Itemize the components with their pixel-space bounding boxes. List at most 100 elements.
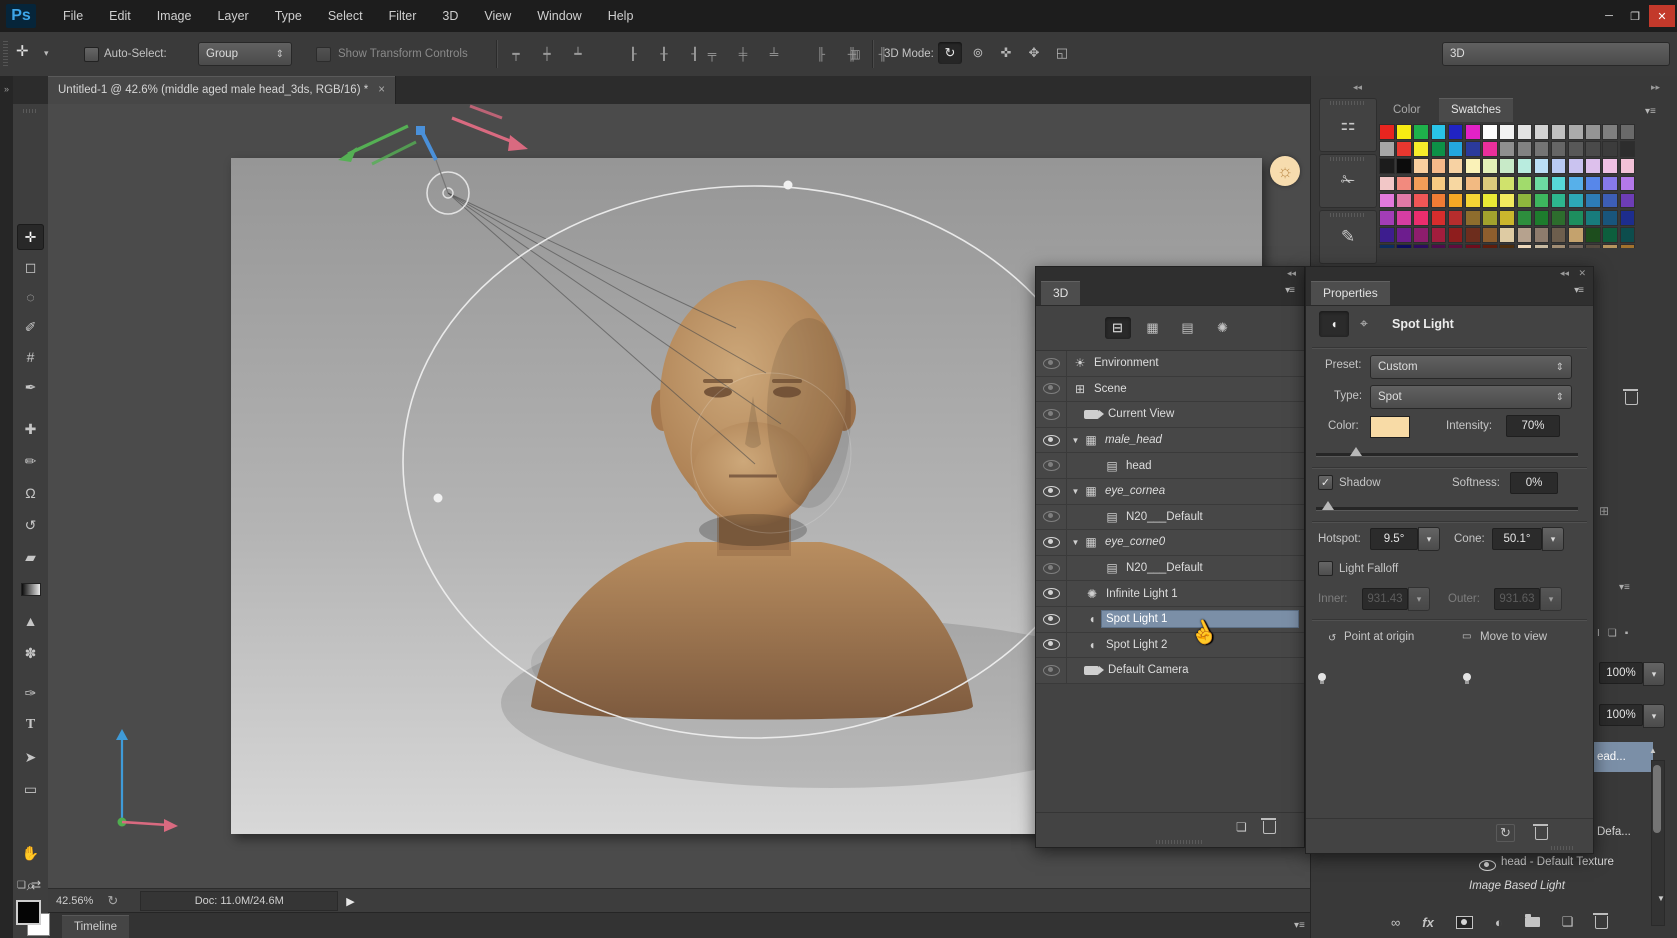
color-swatch[interactable] (1499, 176, 1515, 192)
options-grip[interactable] (3, 40, 8, 66)
color-swatch[interactable] (1448, 244, 1464, 248)
color-swatch[interactable] (1534, 193, 1550, 209)
3d-item-male-head[interactable]: ▼▦male_head (1036, 428, 1304, 454)
color-swatch[interactable] (1602, 124, 1618, 140)
color-swatch[interactable] (1379, 158, 1395, 174)
tab-properties[interactable]: Properties (1311, 281, 1390, 305)
orbit-3d-camera-icon[interactable]: ↻ (938, 42, 962, 64)
color-swatch[interactable] (1534, 124, 1550, 140)
layer-mask-icon[interactable] (1456, 916, 1473, 929)
link-layers-icon[interactable]: ∞ (1391, 915, 1400, 930)
color-swatch[interactable] (1413, 244, 1429, 248)
3d-item-spot-light-1[interactable]: ◖Spot Light 1 (1036, 607, 1304, 633)
sponge-tool[interactable]: ✽ (17, 640, 44, 666)
color-swatch[interactable] (1396, 193, 1412, 209)
visibility-toggle[interactable] (1036, 351, 1067, 376)
color-swatch[interactable] (1413, 227, 1429, 243)
swatches-menu-icon[interactable]: ▾≡ (1645, 106, 1656, 117)
color-swatch[interactable] (1482, 176, 1498, 192)
hidden-panel-menu-icon[interactable]: ▾≡ (1619, 582, 1630, 593)
3d-item-eye-corne0[interactable]: ▼▦eye_corne0 (1036, 530, 1304, 556)
panel-grip[interactable] (1330, 101, 1366, 105)
color-swatch[interactable] (1448, 210, 1464, 226)
color-swatch[interactable] (1396, 124, 1412, 140)
distribute-vertical-centers-icon[interactable]: ╪ (731, 43, 755, 65)
hotspot-field[interactable]: 9.5° (1370, 528, 1418, 550)
zoom-level-field[interactable]: 42.56% (56, 895, 93, 907)
menu-edit[interactable]: Edit (96, 0, 144, 32)
color-swatch[interactable] (1551, 124, 1567, 140)
brush-presets-panel-icon[interactable]: ✎ (1319, 210, 1377, 264)
tab-timeline[interactable]: Timeline (62, 915, 129, 938)
show-transform-checkbox[interactable] (316, 47, 331, 62)
color-swatch[interactable] (1431, 244, 1447, 248)
pen-tool[interactable]: ✑ (17, 680, 44, 706)
document-close-icon[interactable]: × (378, 84, 385, 96)
color-swatch[interactable] (1517, 141, 1533, 157)
color-swatch[interactable] (1379, 124, 1395, 140)
spot-healing-brush-tool[interactable]: ✚ (17, 416, 44, 442)
roll-3d-camera-icon[interactable]: ⊚ (966, 42, 990, 64)
color-swatch[interactable] (1602, 227, 1618, 243)
slide-3d-camera-icon[interactable]: ✥ (1022, 42, 1046, 64)
3d-item-n20-default[interactable]: ▤N20___Default (1036, 556, 1304, 582)
color-swatch[interactable] (1482, 244, 1498, 248)
lock-position-icon[interactable]: ❏ (1608, 628, 1617, 639)
color-swatch[interactable] (1568, 176, 1584, 192)
menu-select[interactable]: Select (315, 0, 376, 32)
color-swatch[interactable] (1379, 227, 1395, 243)
color-swatch[interactable] (1585, 158, 1601, 174)
timeline-menu-icon[interactable]: ▾≡ (1294, 920, 1305, 931)
color-swatch[interactable] (1602, 141, 1618, 157)
preset-dropdown[interactable]: Custom ⇕ (1370, 355, 1572, 379)
color-swatch[interactable] (1396, 244, 1412, 248)
light-falloff-checkbox[interactable] (1318, 561, 1333, 576)
document-size-field[interactable]: Doc: 11.0M/24.6M (140, 891, 338, 911)
intensity-slider-thumb[interactable] (1350, 447, 1362, 456)
tool-presets-panel-icon[interactable]: ✁ (1319, 154, 1377, 208)
color-swatch[interactable] (1568, 210, 1584, 226)
3d-item-spot-light-2[interactable]: ◖Spot Light 2 (1036, 633, 1304, 659)
filter-whole-scene-icon[interactable]: ⊟ (1105, 317, 1131, 339)
color-swatch[interactable] (1465, 210, 1481, 226)
visibility-toggle[interactable] (1036, 377, 1067, 402)
cone-dropdown-icon[interactable]: ▾ (1542, 527, 1564, 551)
color-swatch[interactable] (1396, 158, 1412, 174)
filter-lights-icon[interactable]: ✺ (1210, 317, 1236, 339)
menu-window[interactable]: Window (524, 0, 594, 32)
eye-icon[interactable] (1479, 860, 1496, 871)
align-horizontal-centers-icon[interactable]: ╂ (652, 43, 676, 65)
panel-grip[interactable] (1330, 157, 1366, 161)
color-swatch[interactable] (1620, 124, 1636, 140)
color-swatch[interactable] (1431, 193, 1447, 209)
expand-panel-icon[interactable]: » (0, 84, 13, 94)
color-swatch[interactable] (1431, 158, 1447, 174)
ring-handle-left[interactable] (434, 494, 443, 503)
color-swatch[interactable] (1534, 141, 1550, 157)
hand-tool[interactable]: ✋ (17, 840, 44, 866)
color-swatch[interactable] (1568, 124, 1584, 140)
color-swatch[interactable] (1517, 158, 1533, 174)
color-swatch[interactable] (1448, 124, 1464, 140)
color-swatch[interactable] (1551, 193, 1567, 209)
menu-layer[interactable]: Layer (204, 0, 261, 32)
twirl-down-icon[interactable]: ▼ (1069, 436, 1082, 445)
softness-field[interactable]: 0% (1510, 472, 1558, 494)
color-swatch[interactable] (1534, 176, 1550, 192)
color-swatch[interactable] (1465, 124, 1481, 140)
close-properties-icon[interactable]: ✕ (1578, 268, 1586, 279)
eyedropper-tool[interactable]: ✒ (17, 374, 44, 400)
history-brush-tool[interactable]: ↺ (17, 512, 44, 538)
properties-menu-icon[interactable]: ▾≡ (1574, 285, 1583, 296)
fill-field[interactable]: 100% (1599, 704, 1643, 726)
color-swatch[interactable] (1465, 193, 1481, 209)
color-swatch[interactable] (1413, 210, 1429, 226)
quick-selection-tool[interactable]: ✐ (17, 314, 44, 340)
3d-item-environment[interactable]: ☀Environment (1036, 351, 1304, 377)
color-swatch[interactable] (1551, 227, 1567, 243)
color-swatch[interactable] (1568, 158, 1584, 174)
move-to-view-button[interactable]: Move to view (1480, 631, 1547, 643)
zoom-tool[interactable]: ⌕ (17, 872, 44, 898)
color-swatch[interactable] (1568, 141, 1584, 157)
color-swatch[interactable] (1620, 244, 1636, 248)
